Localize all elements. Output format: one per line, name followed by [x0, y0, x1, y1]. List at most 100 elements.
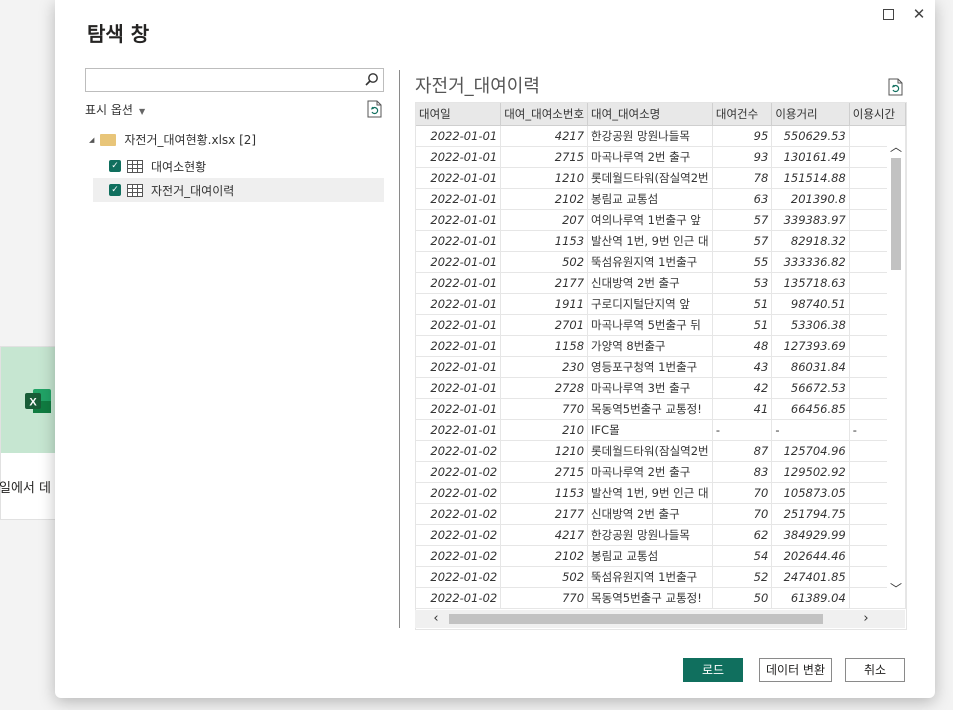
table-cell: -: [771, 419, 850, 441]
table-cell: 롯데월드타워(잠실역2번: [587, 440, 713, 462]
table-row: 2022-01-02 1210 롯데월드타워(잠실역2번 87 125704.96: [416, 440, 906, 462]
table-cell: 93: [712, 146, 773, 168]
table-cell: 384929.99: [771, 524, 850, 546]
table-cell: 2022-01-01: [416, 188, 502, 210]
table-cell: 2022-01-01: [416, 356, 502, 378]
table-cell: 2022-01-01: [416, 398, 502, 420]
table-row: 2022-01-01 207 여의나루역 1번출구 앞 57 339383.97: [416, 209, 906, 231]
table-cell: 여의나루역 1번출구 앞: [587, 209, 713, 231]
table-cell: 95: [712, 125, 773, 147]
table-row: 2022-01-01 1153 발산역 1번, 9번 인근 대 57 82918.32: [416, 230, 906, 252]
table-cell: 86031.84: [771, 356, 850, 378]
table-cell: 1153: [500, 482, 589, 504]
table-cell: 550629.53: [771, 125, 850, 147]
table-cell: 51: [712, 293, 773, 315]
table-row: 2022-01-02 2177 신대방역 2번 출구 70 251794.75: [416, 503, 906, 525]
table-cell: 129502.92: [771, 461, 850, 483]
data-preview-grid[interactable]: 대여일 대여_대여소번호 대여_대여소명 대여건수 이용거리 이용시간 2022-01-0…: [415, 102, 907, 630]
pane-divider[interactable]: [399, 70, 400, 628]
table-cell: 2022-01-02: [416, 524, 502, 546]
file-name-label: 자전거_대여현황.xlsx [2]: [124, 133, 257, 147]
vertical-scroll-thumb[interactable]: [891, 158, 901, 270]
search-icon[interactable]: [364, 72, 379, 87]
expand-triangle-icon[interactable]: ◢: [89, 136, 94, 144]
table-cell: 770: [500, 398, 589, 420]
tree-file-node[interactable]: ◢ 자전거_대여현황.xlsx [2]: [89, 131, 256, 148]
table-cell: 롯데월드타워(잠실역2번: [587, 167, 713, 189]
table-row: 2022-01-01 210 IFC몰 - - -: [416, 419, 906, 441]
column-header[interactable]: 대여일: [416, 103, 502, 126]
maximize-icon[interactable]: [880, 6, 896, 22]
horizontal-scrollbar[interactable]: ‹ ›: [415, 610, 905, 628]
table-cell: 62: [712, 524, 773, 546]
refresh-preview-icon[interactable]: [888, 78, 903, 96]
scroll-down-icon[interactable]: ﹀: [889, 582, 903, 596]
scroll-up-icon[interactable]: ︿: [889, 140, 903, 154]
column-header[interactable]: 이용시간: [849, 103, 906, 126]
svg-text:X: X: [29, 397, 37, 409]
scroll-right-icon[interactable]: ›: [859, 612, 873, 626]
table-cell: 51: [712, 314, 773, 336]
vertical-scrollbar[interactable]: ︿ ﹀: [887, 136, 905, 608]
table-row: 2022-01-02 2102 봉림교 교통섬 54 202644.46: [416, 545, 906, 567]
table-cell: 1158: [500, 335, 589, 357]
table-cell: 뚝섬유원지역 1번출구: [587, 566, 713, 588]
table-cell: 구로디지털단지역 앞: [587, 293, 713, 315]
tree-item-자전거-대여이력[interactable]: ✓ 자전거_대여이력: [93, 178, 384, 202]
table-cell: 2022-01-02: [416, 587, 502, 609]
table-cell: 2022-01-01: [416, 314, 502, 336]
table-cell: 발산역 1번, 9번 인근 대: [587, 482, 713, 504]
column-header[interactable]: 이용거리: [771, 103, 850, 126]
table-cell: 333336.82: [771, 251, 850, 273]
table-cell: 목동역5번출구 교통정!: [587, 398, 713, 420]
column-header[interactable]: 대여_대여소번호: [500, 103, 589, 126]
display-options-dropdown[interactable]: 표시 옵션 ▼: [85, 101, 145, 118]
table-cell: 마곡나루역 2번 출구: [587, 146, 713, 168]
horizontal-scroll-thumb[interactable]: [449, 614, 823, 624]
close-icon[interactable]: ✕: [911, 6, 927, 22]
table-cell: 43: [712, 356, 773, 378]
cancel-button[interactable]: 취소: [845, 658, 905, 682]
table-cell: 83: [712, 461, 773, 483]
preview-table: 대여일 대여_대여소번호 대여_대여소명 대여건수 이용거리 이용시간 2022-01-0…: [416, 103, 906, 609]
table-cell: 2728: [500, 377, 589, 399]
checkbox-checked[interactable]: ✓: [109, 160, 121, 172]
table-row: 2022-01-01 1210 롯데월드타워(잠실역2번 78 151514.88: [416, 167, 906, 189]
background-card-label: 일에서 데: [0, 481, 51, 496]
table-cell: 125704.96: [771, 440, 850, 462]
load-button[interactable]: 로드: [683, 658, 743, 682]
table-cell: 발산역 1번, 9번 인근 대: [587, 230, 713, 252]
search-input[interactable]: [86, 70, 364, 90]
table-cell: 2022-01-01: [416, 293, 502, 315]
table-cell: 가양역 8번출구: [587, 335, 713, 357]
checkbox-checked[interactable]: ✓: [109, 184, 121, 196]
table-row: 2022-01-01 1158 가양역 8번출구 48 127393.69: [416, 335, 906, 357]
table-cell: 마곡나루역 2번 출구: [587, 461, 713, 483]
table-cell: 247401.85: [771, 566, 850, 588]
table-cell: 207: [500, 209, 589, 231]
table-row: 2022-01-01 2177 신대방역 2번 출구 53 135718.63: [416, 272, 906, 294]
tree-item-대여소현황[interactable]: ✓ 대여소현황: [93, 154, 384, 178]
transform-data-button[interactable]: 데이터 변환: [759, 658, 832, 682]
table-row: 2022-01-01 502 뚝섬유원지역 1번출구 55 333336.82: [416, 251, 906, 273]
table-cell: 2715: [500, 146, 589, 168]
search-box[interactable]: [85, 68, 384, 92]
table-cell: 목동역5번출구 교통정!: [587, 587, 713, 609]
table-cell: 2022-01-02: [416, 566, 502, 588]
table-row: 2022-01-02 2715 마곡나루역 2번 출구 83 129502.92: [416, 461, 906, 483]
refresh-icon[interactable]: [367, 100, 382, 118]
table-cell: IFC몰: [587, 419, 713, 441]
table-cell: 42: [712, 377, 773, 399]
table-cell: 50: [712, 587, 773, 609]
table-cell: 2022-01-02: [416, 482, 502, 504]
column-header[interactable]: 대여건수: [712, 103, 773, 126]
table-cell: 2022-01-01: [416, 209, 502, 231]
table-cell: 1210: [500, 167, 589, 189]
scroll-left-icon[interactable]: ‹: [429, 612, 443, 626]
table-cell: 2022-01-02: [416, 440, 502, 462]
table-cell: 4217: [500, 125, 589, 147]
table-cell: 2022-01-01: [416, 125, 502, 147]
column-header[interactable]: 대여_대여소명: [587, 103, 713, 126]
table-cell: 61389.04: [771, 587, 850, 609]
table-cell: 1911: [500, 293, 589, 315]
